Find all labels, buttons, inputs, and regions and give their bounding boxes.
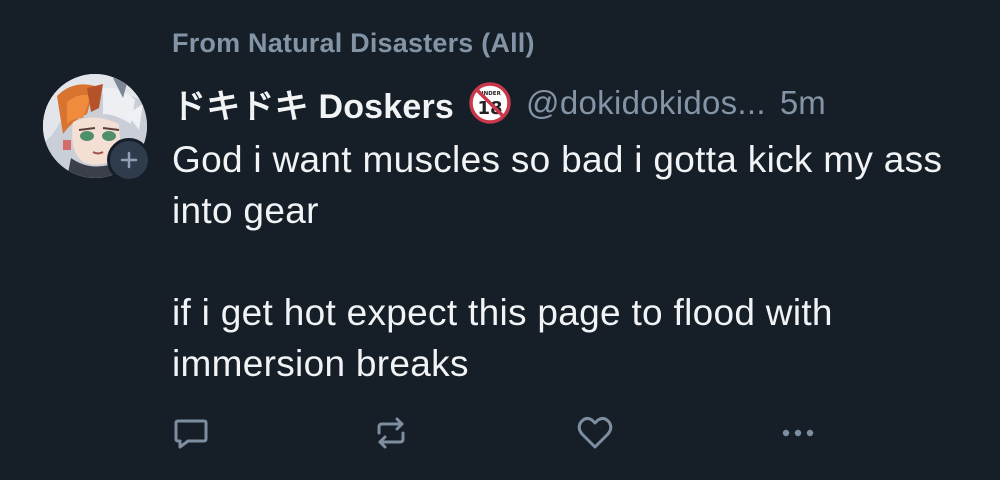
avatar-container[interactable] [43, 74, 151, 182]
reply-icon [174, 419, 208, 449]
heart-icon [577, 416, 613, 449]
like-button[interactable] [574, 412, 616, 454]
post-header: ドキドキ Doskers UNDER 18 @dokidokidos... 5m [172, 80, 826, 126]
more-options-button[interactable] [777, 412, 819, 454]
post-text-paragraph: God i want muscles so bad i gotta kick m… [172, 139, 943, 231]
ellipsis-icon [782, 429, 814, 437]
repost-icon [377, 417, 405, 449]
follow-plus-button[interactable] [107, 138, 151, 182]
plus-icon [120, 151, 138, 169]
author-display-name[interactable]: ドキドキ Doskers [172, 79, 454, 128]
post-card[interactable]: From Natural Disasters (All) ドキドキ Dosker… [0, 0, 1000, 480]
under-18-label-icon: UNDER 18 [468, 81, 512, 125]
feed-context-label[interactable]: From Natural Disasters (All) [172, 28, 535, 59]
author-handle[interactable]: @dokidokidos... [526, 84, 766, 122]
post-timestamp[interactable]: 5m [780, 84, 826, 122]
post-text-paragraph: if i get hot expect this page to flood w… [172, 292, 833, 384]
post-body: God i want muscles so bad i gotta kick m… [172, 134, 972, 389]
reply-button[interactable] [170, 412, 212, 454]
repost-button[interactable] [370, 412, 412, 454]
